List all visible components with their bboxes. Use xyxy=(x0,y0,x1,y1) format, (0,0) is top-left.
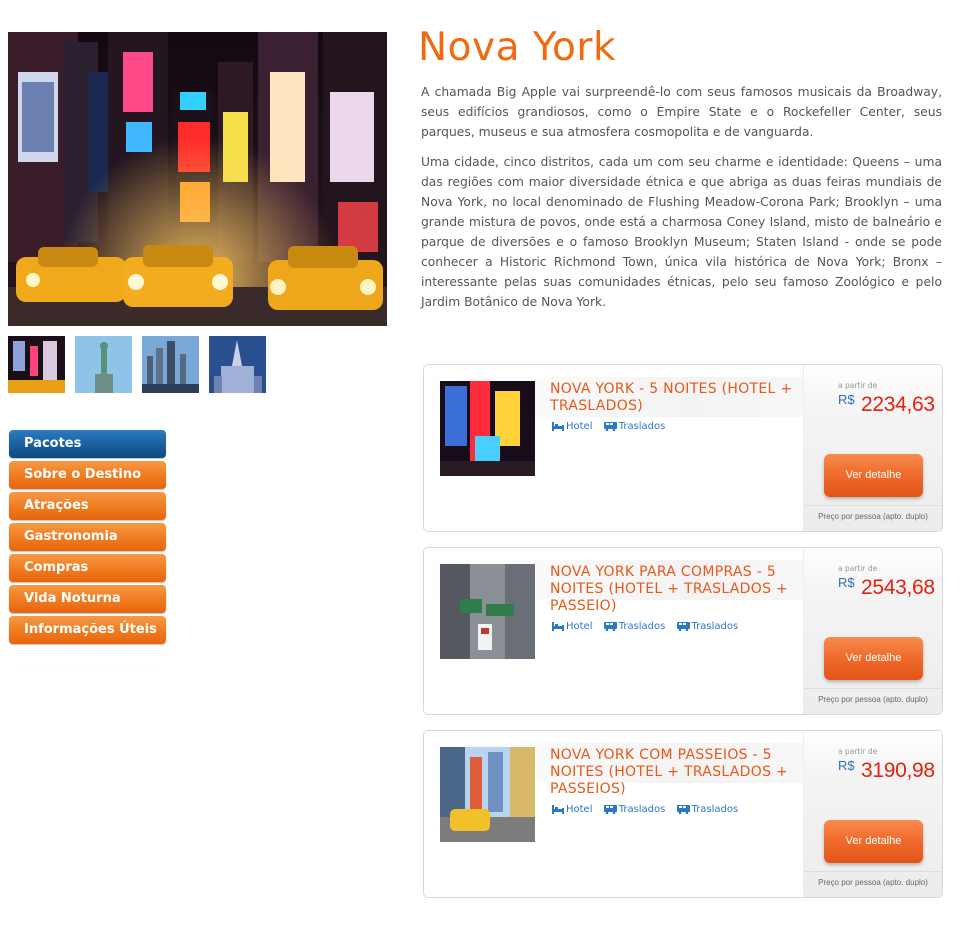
tag-label: Traslados xyxy=(691,804,739,815)
package-image[interactable] xyxy=(440,564,535,659)
menu-item-pacotes[interactable]: Pacotes xyxy=(9,430,166,458)
price-amount: 3190,98 xyxy=(861,759,935,782)
price-from-label: a partir de xyxy=(838,564,878,573)
package-tags: Hotel Traslados Traslados xyxy=(552,621,746,632)
price-from-label: a partir de xyxy=(838,381,878,390)
price-box: a partir de R$ 2543,68 Ver detalhe Preço… xyxy=(803,548,942,714)
price-amount: 2234,63 xyxy=(861,393,935,416)
ver-detalhe-button[interactable]: Ver detalhe xyxy=(824,454,923,497)
tag-traslados: Traslados xyxy=(676,804,739,815)
tag-traslados: Traslados xyxy=(676,621,739,632)
package-title[interactable]: NOVA YORK PARA COMPRAS - 5 NOITES (HOTEL… xyxy=(550,564,800,615)
photo-thumbnails xyxy=(8,336,268,393)
tag-label: Traslados xyxy=(618,421,666,432)
ver-detalhe-button[interactable]: Ver detalhe xyxy=(824,637,923,680)
price-currency: R$ xyxy=(838,758,855,773)
tag-hotel: Hotel xyxy=(552,421,593,432)
destination-menu: Pacotes Sobre o Destino Atrações Gastron… xyxy=(9,430,166,647)
tag-traslados: Traslados xyxy=(603,421,666,432)
times-square-image xyxy=(8,32,387,326)
package-image[interactable] xyxy=(440,747,535,842)
bus-icon xyxy=(676,622,690,632)
thumbnail-1[interactable] xyxy=(8,336,65,393)
price-currency: R$ xyxy=(838,392,855,407)
thumbnail-3[interactable] xyxy=(142,336,199,393)
menu-item-sobre-o-destino[interactable]: Sobre o Destino xyxy=(9,461,166,489)
tag-hotel: Hotel xyxy=(552,804,593,815)
destination-description: A chamada Big Apple vai surpreendê-lo co… xyxy=(421,82,942,322)
menu-item-vida-noturna[interactable]: Vida Noturna xyxy=(9,585,166,613)
package-card: NOVA YORK COM PASSEIOS - 5 NOITES (HOTEL… xyxy=(423,730,943,898)
package-image[interactable] xyxy=(440,381,535,476)
ver-detalhe-button[interactable]: Ver detalhe xyxy=(824,820,923,863)
package-card: NOVA YORK - 5 NOITES (HOTEL + TRASLADOS)… xyxy=(423,364,943,532)
price-note: Preço por pessoa (apto. duplo) xyxy=(818,695,928,704)
package-tags: Hotel Traslados xyxy=(552,421,673,432)
tag-hotel: Hotel xyxy=(552,621,593,632)
package-tags: Hotel Traslados Traslados xyxy=(552,804,746,815)
destination-title: Nova York xyxy=(418,25,617,70)
price-note: Preço por pessoa (apto. duplo) xyxy=(818,878,928,887)
tag-label: Traslados xyxy=(691,621,739,632)
bus-icon xyxy=(603,805,617,815)
tag-label: Traslados xyxy=(618,804,666,815)
bed-icon xyxy=(552,422,564,431)
tag-label: Hotel xyxy=(566,804,593,815)
bus-icon xyxy=(603,622,617,632)
tag-traslados: Traslados xyxy=(603,804,666,815)
price-note: Preço por pessoa (apto. duplo) xyxy=(818,512,928,521)
tag-traslados: Traslados xyxy=(603,621,666,632)
bed-icon xyxy=(552,805,564,814)
tag-label: Hotel xyxy=(566,421,593,432)
menu-item-informacoes-uteis[interactable]: Informações Úteis xyxy=(9,616,166,644)
price-currency: R$ xyxy=(838,575,855,590)
description-paragraph: Uma cidade, cinco distritos, cada um com… xyxy=(421,155,942,309)
price-box: a partir de R$ 3190,98 Ver detalhe Preço… xyxy=(803,731,942,897)
package-title[interactable]: NOVA YORK COM PASSEIOS - 5 NOITES (HOTEL… xyxy=(550,747,800,798)
bus-icon xyxy=(603,422,617,432)
menu-item-gastronomia[interactable]: Gastronomia xyxy=(9,523,166,551)
bed-icon xyxy=(552,622,564,631)
thumbnail-2[interactable] xyxy=(75,336,132,393)
menu-item-atracoes[interactable]: Atrações xyxy=(9,492,166,520)
price-box: a partir de R$ 2234,63 Ver detalhe Preço… xyxy=(803,365,942,531)
description-paragraph: A chamada Big Apple vai surpreendê-lo co… xyxy=(421,85,942,139)
menu-item-compras[interactable]: Compras xyxy=(9,554,166,582)
thumbnail-4[interactable] xyxy=(209,336,266,393)
tag-label: Traslados xyxy=(618,621,666,632)
price-amount: 2543,68 xyxy=(861,576,935,599)
tag-label: Hotel xyxy=(566,621,593,632)
price-from-label: a partir de xyxy=(838,747,878,756)
package-card: NOVA YORK PARA COMPRAS - 5 NOITES (HOTEL… xyxy=(423,547,943,715)
bus-icon xyxy=(676,805,690,815)
package-title[interactable]: NOVA YORK - 5 NOITES (HOTEL + TRASLADOS) xyxy=(550,381,800,415)
destination-main-photo xyxy=(8,32,387,326)
